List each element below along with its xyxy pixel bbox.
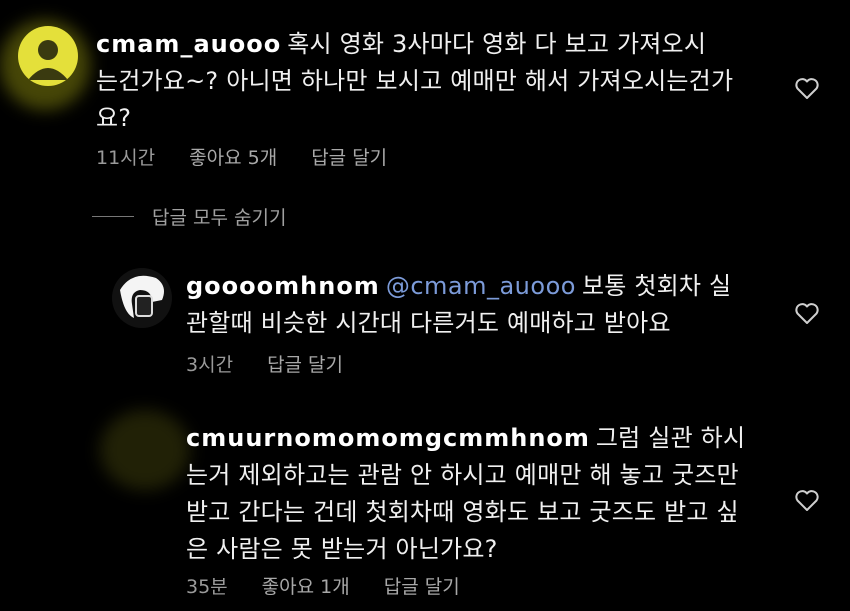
comment-text-line: 혹시 영화 3사마다 영화 다 보고 가져오시 [287, 30, 707, 58]
likes-count[interactable]: 좋아요 5개 [189, 143, 277, 170]
comment-username[interactable]: cmam_auooo [96, 30, 281, 58]
reply-text-line: 받고 간다는 건데 첫회차때 영화도 보고 굿즈도 받고 싶 [186, 498, 739, 526]
heart-icon[interactable] [794, 302, 820, 326]
comment-time: 11시간 [96, 147, 156, 169]
reply-text-line: 는거 제외하고는 관람 안 하시고 예매만 해 놓고 굿즈만 [186, 461, 739, 489]
reply-text-line: 보통 첫회차 실 [581, 272, 732, 300]
reply-meta: 3시간 답글 달기 [186, 350, 343, 377]
reply-text-line: 관할때 비슷한 시간대 다른거도 예매하고 받아요 [186, 309, 671, 337]
reply-text-line: 은 사람은 못 받는거 아닌가요? [186, 535, 498, 563]
reply-text-line: 그럼 실관 하시 [595, 424, 746, 452]
divider-line [92, 216, 134, 217]
highlight-smudge [100, 410, 190, 490]
comment-meta: 11시간 좋아요 5개 답글 달기 [96, 143, 387, 170]
likes-count[interactable]: 좋아요 1개 [262, 572, 350, 599]
reply-username[interactable]: goooomhnom [186, 272, 380, 300]
hide-replies-button[interactable]: 답글 모두 숨기기 [92, 203, 286, 230]
reply-username[interactable]: cmuurnomomomgcmmhnom [186, 424, 590, 452]
heart-icon[interactable] [794, 489, 820, 513]
heart-icon[interactable] [794, 77, 820, 101]
comment-body: cmam_auooo 혹시 영화 3사마다 영화 다 보고 가져오시 는건가요~?… [96, 26, 776, 137]
comment-text-line: 요? [96, 104, 132, 132]
reply-button[interactable]: 답글 달기 [311, 143, 387, 170]
comment-text-line: 는건가요~? 아니면 하나만 보시고 예매만 해서 가져오시는건가 [96, 67, 734, 95]
reply-body: goooomhnom @cmam_auooo 보통 첫회차 실 관할때 비슷한 시간… [186, 268, 776, 342]
reply-meta: 35분 좋아요 1개 답글 달기 [186, 572, 460, 599]
reply-time: 3시간 [186, 354, 234, 376]
reply-button[interactable]: 답글 달기 [384, 572, 460, 599]
avatar[interactable] [112, 268, 172, 328]
hide-replies-label: 답글 모두 숨기기 [152, 207, 287, 229]
profile-image-icon [120, 275, 164, 318]
default-avatar-icon [28, 40, 68, 80]
avatar[interactable] [18, 26, 78, 86]
reply-time: 35분 [186, 576, 228, 598]
reply-body: cmuurnomomomgcmmhnom 그럼 실관 하시 는거 제외하고는 관람… [186, 420, 776, 568]
reply-button[interactable]: 답글 달기 [267, 350, 343, 377]
mention-link[interactable]: @cmam_auooo [386, 272, 576, 300]
